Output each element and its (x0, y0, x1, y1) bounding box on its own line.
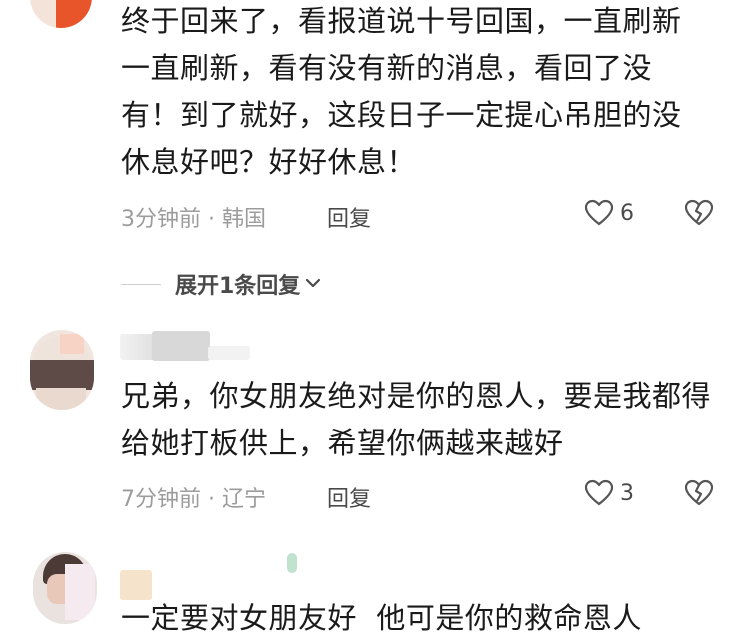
heart-outline-icon (584, 199, 614, 227)
avatar[interactable] (30, 0, 92, 28)
username-badge (152, 331, 210, 361)
username-icon (287, 553, 297, 573)
avatar[interactable] (30, 330, 94, 410)
heart-outline-icon (584, 479, 614, 507)
dislike-button[interactable] (684, 199, 714, 231)
divider-line (121, 283, 161, 285)
avatar[interactable] (33, 552, 97, 624)
comment-text: 一定要对女朋友好 他可是你的救命恩人 (121, 601, 642, 635)
chevron-down-icon (304, 275, 322, 294)
expand-replies-button[interactable]: 展开1条回复 (121, 268, 322, 300)
reply-button[interactable]: 回复 (327, 481, 371, 513)
comment-text: 兄弟，你女朋友绝对是你的恩人，要是我都得给她打板供上，希望你俩越来越好 (121, 379, 712, 460)
dislike-button[interactable] (684, 479, 714, 511)
like-button[interactable]: 6 (584, 199, 634, 227)
broken-heart-icon (684, 479, 714, 511)
broken-heart-icon (684, 199, 714, 231)
like-button[interactable]: 3 (584, 479, 634, 507)
expand-replies-label: 展开1条回复 (175, 274, 301, 299)
like-count: 3 (620, 480, 634, 506)
like-count: 6 (620, 200, 634, 226)
username-fade (208, 346, 250, 360)
comment-text: 终于回来了，看报道说十号回国，一直刷新一直刷新，看有没有新的消息，看回了没有！到… (121, 4, 682, 179)
comment-meta: 7分钟前 · 辽宁 (121, 487, 266, 512)
reply-button[interactable]: 回复 (327, 201, 371, 233)
comment-meta: 3分钟前 · 韩国 (121, 207, 266, 232)
